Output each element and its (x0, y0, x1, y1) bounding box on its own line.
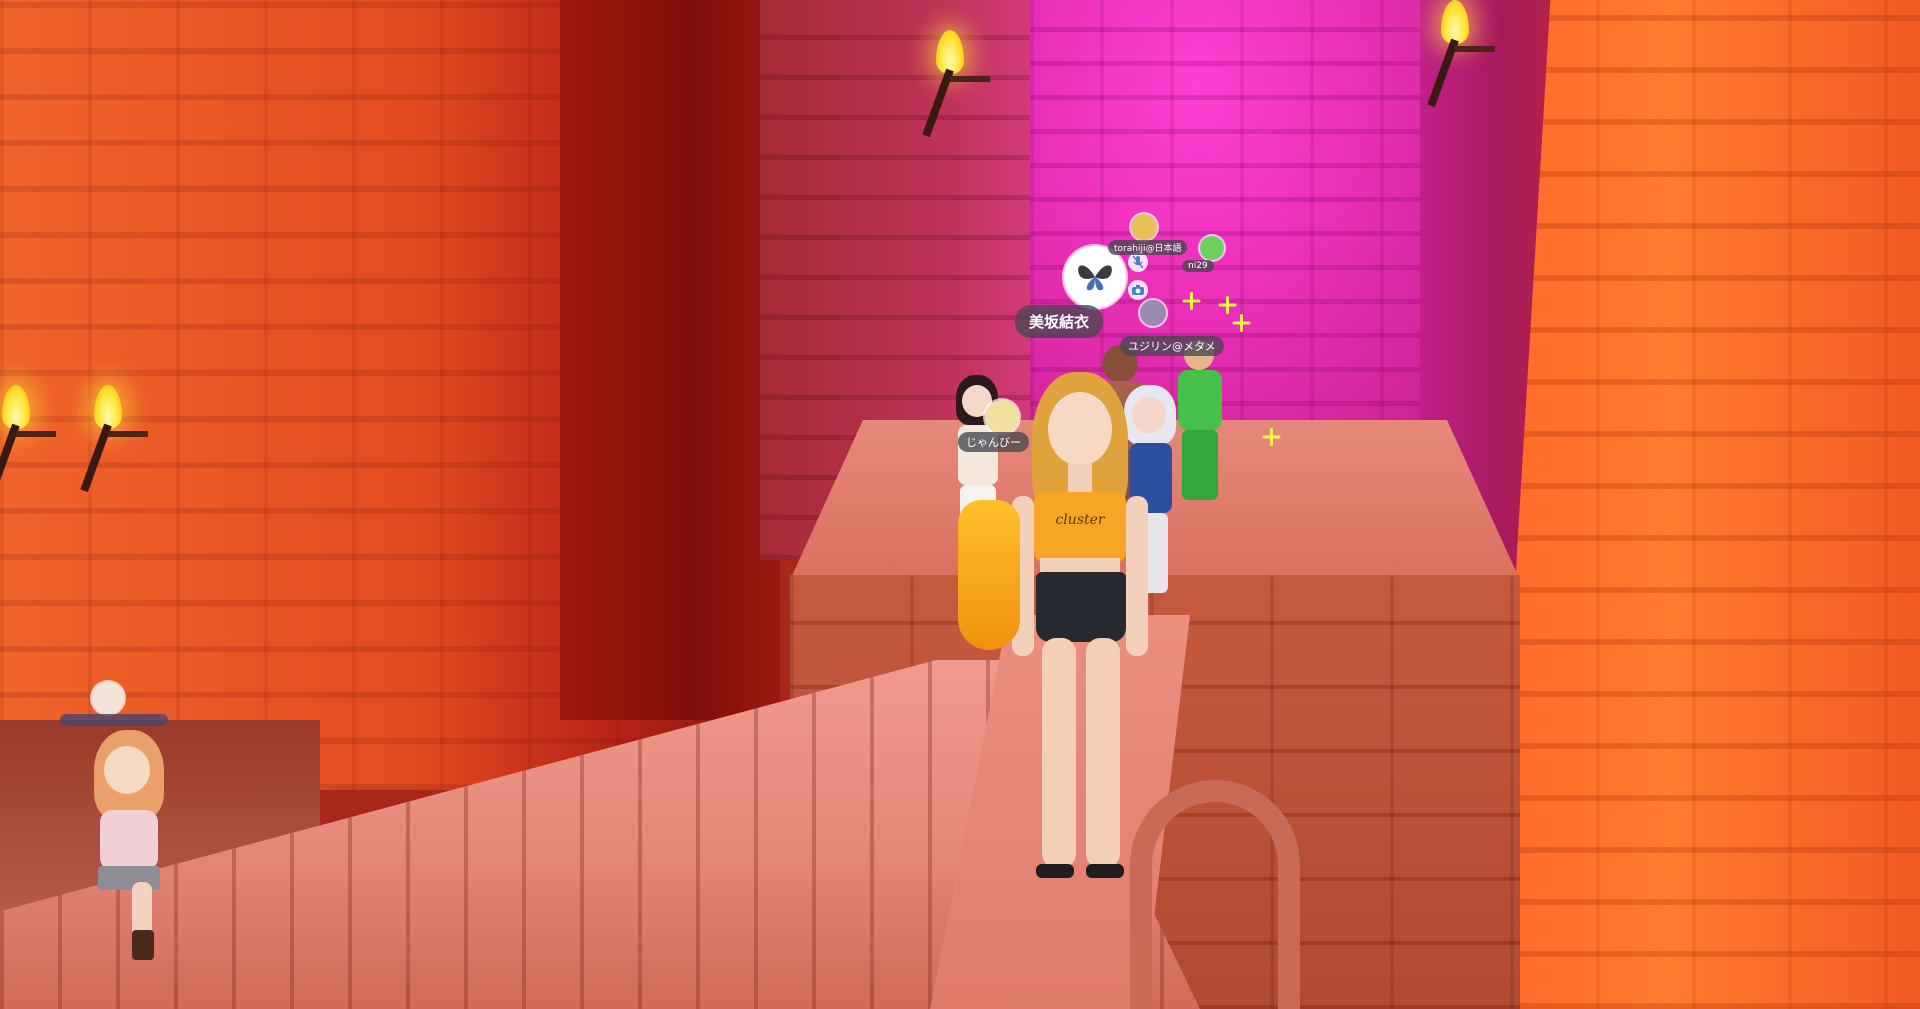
sparkle-icon (1232, 314, 1250, 332)
player-nametag-4: じゃんびー (958, 432, 1029, 452)
player-nametag-1: torahiji@日本語 (1108, 240, 1188, 255)
user-avatar-icon[interactable] (1140, 300, 1166, 326)
user-avatar-icon[interactable] (92, 682, 124, 714)
sparkle-icon (1182, 292, 1200, 310)
shirt-logo: cluster (1055, 512, 1105, 528)
torch-icon (0, 385, 56, 495)
player-nametag-3: ユジリン@メタメ (1120, 336, 1224, 356)
user-avatar-icon[interactable] (1131, 214, 1157, 240)
avatar-fox-girl[interactable] (70, 730, 200, 960)
camera-icon[interactable] (1128, 280, 1148, 300)
flame-icon (936, 30, 964, 74)
fox-tail (958, 500, 1020, 650)
torch-icon (78, 385, 148, 495)
user-avatar-icon[interactable] (1200, 236, 1224, 260)
torch-icon (1425, 0, 1495, 110)
dark-pillar (560, 0, 780, 720)
player-nametag-main: 美坂結衣 (1015, 305, 1104, 338)
flame-icon (2, 385, 30, 429)
flame-icon (94, 385, 122, 429)
microphone-muted-icon[interactable] (1128, 252, 1148, 272)
butterfly-icon[interactable] (1064, 246, 1126, 308)
player-nametag-2: ni29 (1182, 260, 1214, 272)
player-nametag-empty (60, 714, 168, 726)
sparkle-icon (1262, 428, 1280, 446)
sparkle-icon (1218, 296, 1236, 314)
flame-icon (1441, 0, 1469, 44)
user-avatar-icon[interactable] (985, 400, 1019, 434)
game-scene[interactable]: cluster 美坂結衣 torahiji@日本語 ni29 ユジリン@メタメ … (0, 0, 1920, 1009)
right-wall (1500, 0, 1920, 1009)
torch-icon (920, 30, 990, 140)
